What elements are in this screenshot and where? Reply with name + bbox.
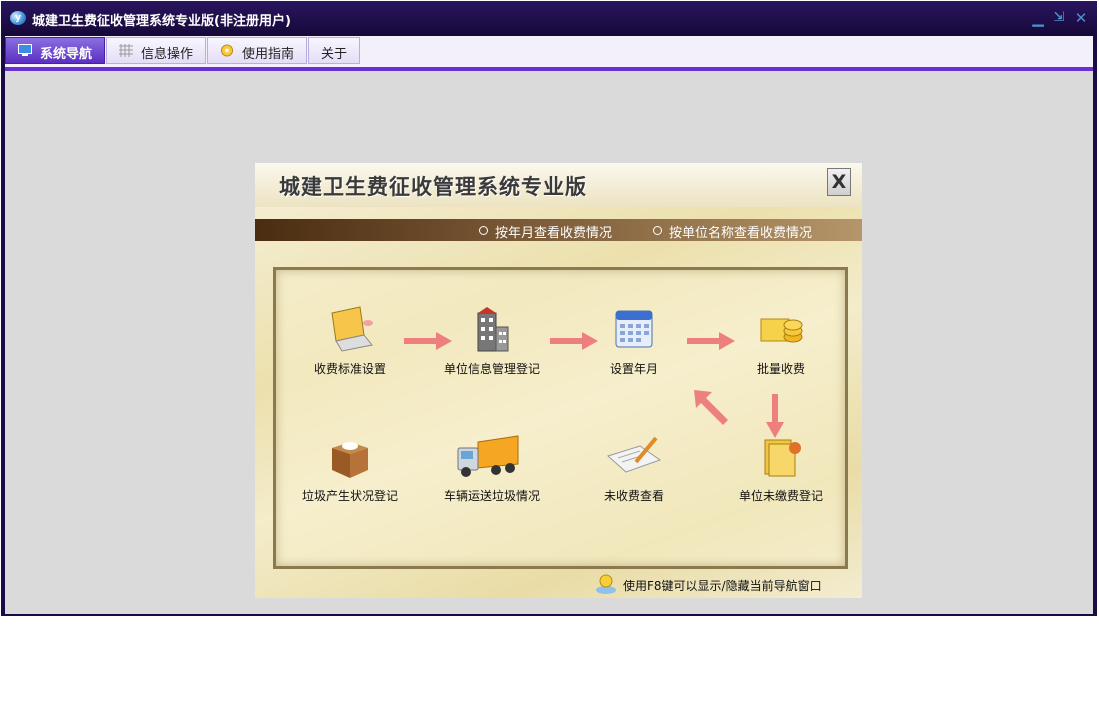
- restore-icon[interactable]: ⇲: [1051, 9, 1067, 27]
- node-label: 收费标准设置: [313, 362, 386, 376]
- view-options-bar: 按年月查看收费情况 按单位名称查看收费情况: [255, 219, 862, 241]
- minimize-icon[interactable]: ▁: [1030, 9, 1046, 27]
- laptop-pen-icon: [331, 306, 373, 352]
- tab-info-operation[interactable]: 信息操作: [106, 37, 206, 64]
- building-icon: [477, 307, 509, 352]
- node-uncharged-view[interactable]: 未收费查看: [570, 432, 690, 512]
- coins-icon: [760, 318, 803, 343]
- box-icon: [332, 442, 368, 478]
- node-vehicle-transport[interactable]: 车辆运送垃圾情况: [428, 432, 548, 512]
- lightbulb-icon: [596, 574, 616, 594]
- node-label: 单位未缴费登记: [738, 489, 823, 503]
- menu-bar: 系统导航 信息操作 使用指南 关于: [5, 36, 1093, 67]
- node-label: 车辆运送垃圾情况: [443, 489, 540, 503]
- hint-text: 使用F8键可以显示/隐藏当前导航窗口: [623, 579, 822, 593]
- node-label: 垃圾产生状况登记: [301, 489, 398, 503]
- radio-icon: [479, 226, 488, 235]
- window-title: 城建卫生费征收管理系统专业版(非注册用户): [32, 14, 291, 29]
- navigation-panel: 城建卫生费征收管理系统专业版 X 按年月查看收费情况 按单位名称查看收费情况 收…: [255, 163, 862, 598]
- monitor-icon: [18, 44, 32, 56]
- tab-label: 信息操作: [141, 47, 194, 62]
- node-label: 设置年月: [609, 362, 658, 376]
- panel-close-button[interactable]: X: [827, 168, 851, 196]
- truck-icon: [457, 435, 519, 477]
- panel-title: 城建卫生费征收管理系统专业版: [279, 174, 587, 199]
- node-label: 单位信息管理登记: [443, 362, 540, 376]
- app-window: y 城建卫生费征收管理系统专业版(非注册用户) ▁ ⇲ ✕ 系统导航 信息操作: [1, 1, 1097, 616]
- arrow-right-icon: [404, 332, 452, 350]
- tab-label: 关于: [321, 47, 348, 62]
- node-label: 批量收费: [756, 362, 805, 376]
- hint-bar: 使用F8键可以显示/隐藏当前导航窗口: [595, 573, 855, 595]
- workflow-area: 收费标准设置 单位信息管理登记 设置年月 批量收费 垃圾产生状况登记 车辆运送垃…: [273, 267, 848, 569]
- tab-about[interactable]: 关于: [308, 37, 360, 64]
- option-label: 按单位名称查看收费情况: [669, 226, 813, 241]
- node-label: 未收费查看: [603, 489, 664, 503]
- tab-label: 系统导航: [40, 47, 93, 62]
- grid-icon: [119, 44, 133, 57]
- arrow-up-left-icon: [694, 390, 728, 425]
- compass-icon: [220, 44, 234, 57]
- close-icon[interactable]: ✕: [1073, 9, 1089, 27]
- tab-label: 使用指南: [242, 47, 295, 62]
- title-bar: y 城建卫生费征收管理系统专业版(非注册用户) ▁ ⇲ ✕: [1, 1, 1097, 36]
- app-logo-icon: y: [10, 11, 26, 25]
- arrow-right-icon: [687, 332, 735, 350]
- arrow-down-icon: [766, 394, 784, 438]
- client-area: 城建卫生费征收管理系统专业版 X 按年月查看收费情况 按单位名称查看收费情况 收…: [5, 71, 1093, 614]
- node-garbage-status[interactable]: 垃圾产生状况登记: [286, 432, 406, 512]
- folder-icon: [764, 439, 801, 477]
- paper-pen-icon: [607, 436, 662, 473]
- arrow-right-icon: [550, 332, 598, 350]
- tab-system-navigation[interactable]: 系统导航: [5, 37, 105, 64]
- tab-user-guide[interactable]: 使用指南: [207, 37, 307, 64]
- calendar-icon: [615, 310, 653, 348]
- node-fee-standard[interactable]: 收费标准设置: [286, 305, 406, 385]
- node-unit-unpaid[interactable]: 单位未缴费登记: [717, 432, 837, 512]
- option-label: 按年月查看收费情况: [495, 226, 613, 241]
- radio-icon: [653, 226, 662, 235]
- panel-header: 城建卫生费征收管理系统专业版 X: [255, 163, 862, 207]
